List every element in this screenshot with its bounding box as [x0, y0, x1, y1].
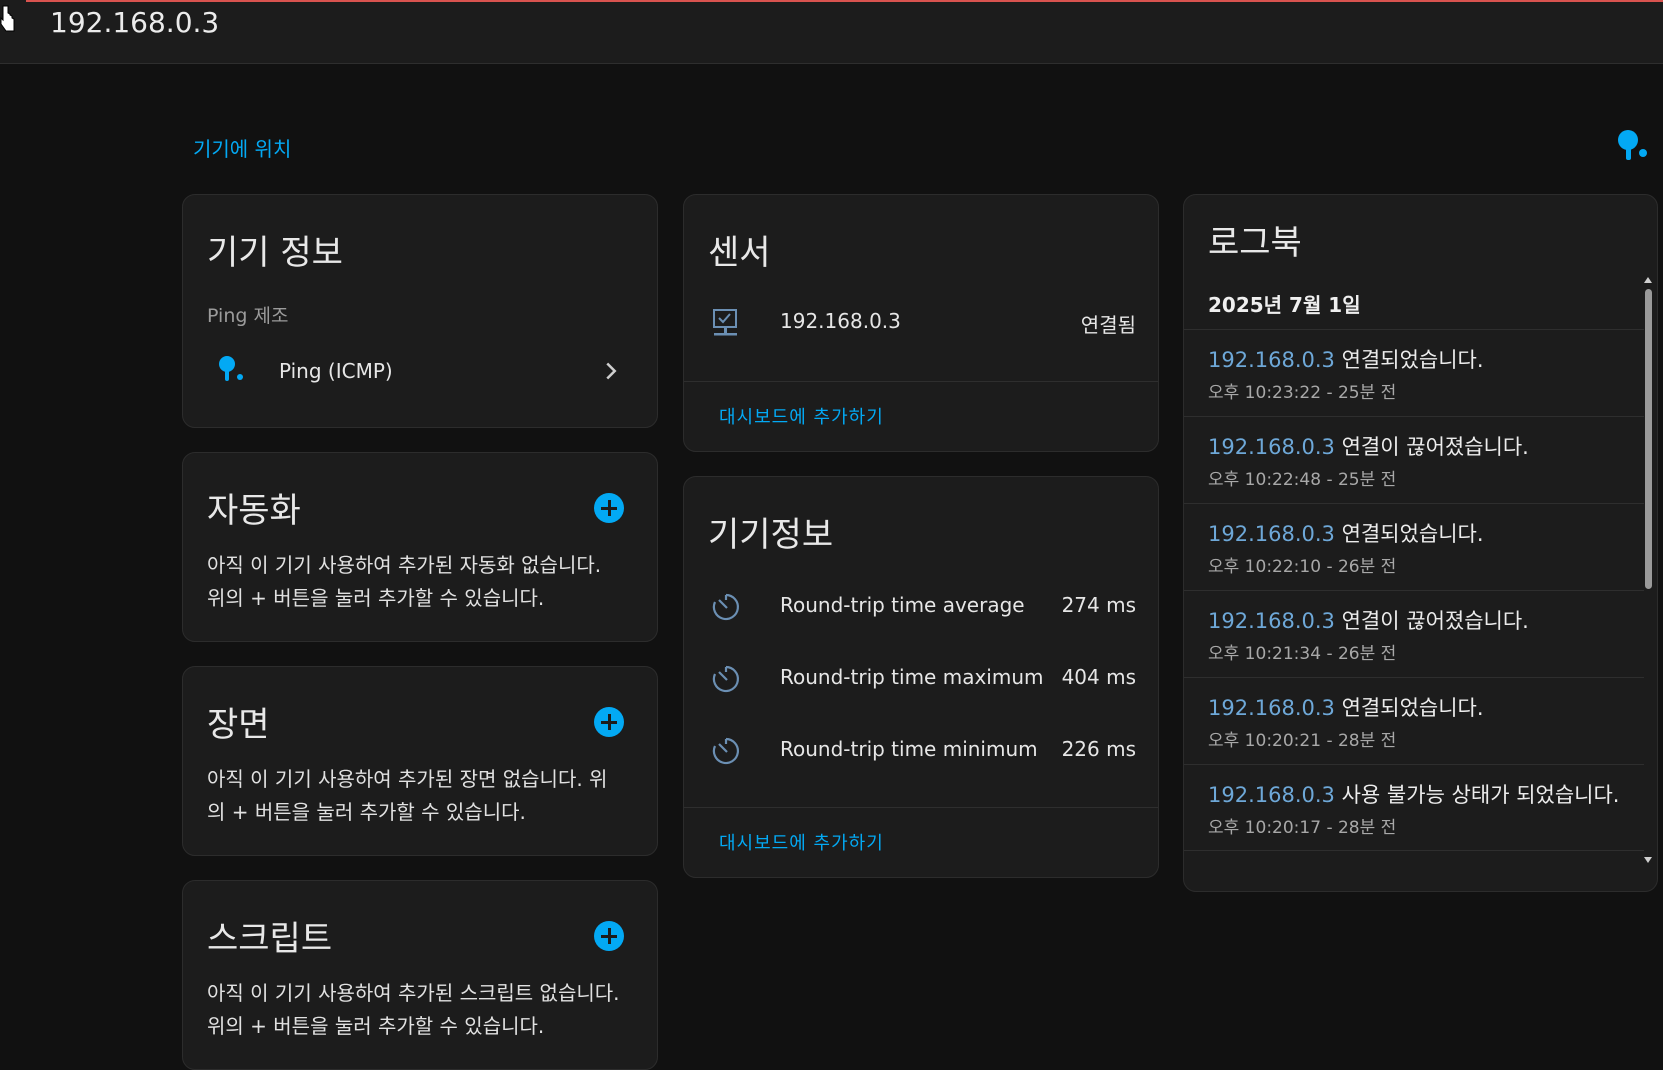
- entity-link[interactable]: 192.168.0.3: [1208, 783, 1335, 807]
- automation-card: 자동화 아직 이 기기 사용하여 추가된 자동화 없습니다. 위의 + 버튼을 …: [182, 452, 658, 642]
- diagnostic-value: 226 ms: [1061, 737, 1136, 761]
- area-link[interactable]: 기기에 위치: [193, 133, 291, 162]
- logbook-list[interactable]: 2025년 7월 1일 192.168.0.3 연결되었습니다. 오후 10:2…: [1184, 275, 1644, 865]
- log-message: 192.168.0.3 연결되었습니다.: [1208, 344, 1484, 374]
- chevron-right-icon: [606, 362, 617, 380]
- diagnostic-row[interactable]: Round-trip time maximum 404 ms: [684, 649, 1158, 709]
- log-date-header: 2025년 7월 1일: [1208, 293, 1361, 317]
- empty-line: 위의 + 버튼을 눌러 추가할 수 있습니다.: [207, 1014, 545, 1038]
- log-entry: 192.168.0.3 사용 불가능 상태가 되었습니다. 오후 10:20:1…: [1184, 764, 1644, 851]
- diagnostic-row[interactable]: Round-trip time minimum 226 ms: [684, 721, 1158, 781]
- log-time: 오후 10:22:48 - 25분 전: [1208, 470, 1397, 490]
- card-title: 스크립트: [207, 919, 333, 959]
- empty-line: 의 + 버튼을 눌러 추가할 수 있습니다.: [207, 800, 526, 824]
- log-message: 192.168.0.3 연결이 끊어졌습니다.: [1208, 605, 1529, 635]
- log-message-text: 사용 불가능 상태가 되었습니다.: [1341, 783, 1620, 807]
- log-message: 192.168.0.3 사용 불가능 상태가 되었습니다.: [1208, 779, 1619, 809]
- log-entry: 192.168.0.3 연결되었습니다. 오후 10:20:21 - 28분 전: [1184, 677, 1644, 764]
- sensor-row[interactable]: 192.168.0.3 연결됨: [684, 295, 1158, 355]
- empty-message: 아직 이 기기 사용하여 추가된 자동화 없습니다. 위의 + 버튼을 눌러 추…: [207, 549, 601, 615]
- card-divider: [684, 381, 1158, 382]
- log-entry: 192.168.0.3 연결되었습니다. 오후 10:23:22 - 25분 전: [1184, 329, 1644, 416]
- hand-cursor-icon: [0, 5, 15, 32]
- empty-line: 아직 이 기기 사용하여 추가된 스크립트 없습니다.: [207, 981, 620, 1005]
- scroll-up-arrow-icon[interactable]: [1644, 277, 1652, 283]
- empty-message: 아직 이 기기 사용하여 추가된 스크립트 없습니다. 위의 + 버튼을 눌러 …: [207, 977, 620, 1043]
- diagnostic-value: 404 ms: [1061, 665, 1136, 689]
- card-title: 로그북: [1208, 223, 1302, 263]
- card-divider: [684, 807, 1158, 808]
- ping-icon: [219, 356, 243, 381]
- integration-row[interactable]: Ping (ICMP): [183, 345, 657, 405]
- entity-link[interactable]: 192.168.0.3: [1208, 435, 1335, 459]
- integration-label: Ping (ICMP): [279, 359, 393, 383]
- card-title: 센서: [708, 233, 771, 273]
- add-to-dashboard-button[interactable]: 대시보드에 추가하기: [719, 403, 884, 429]
- log-entry: 192.168.0.3 연결이 끊어졌습니다. 오후 10:22:48 - 25…: [1184, 416, 1644, 503]
- entity-link[interactable]: 192.168.0.3: [1208, 609, 1335, 633]
- scroll-thumb[interactable]: [1645, 289, 1652, 589]
- scene-card: 장면 아직 이 기기 사용하여 추가된 장면 없습니다. 위 의 + 버튼을 눌…: [182, 666, 658, 856]
- empty-line: 아직 이 기기 사용하여 추가된 자동화 없습니다.: [207, 553, 602, 577]
- page-title: 192.168.0.3: [50, 6, 220, 39]
- log-message-text: 연결이 끊어졌습니다.: [1341, 435, 1529, 459]
- ping-integration-icon[interactable]: [1612, 128, 1652, 168]
- diagnostic-value: 274 ms: [1061, 593, 1136, 617]
- diagnostic-row[interactable]: Round-trip time average 274 ms: [684, 577, 1158, 637]
- add-automation-button[interactable]: [594, 493, 624, 523]
- log-time: 오후 10:23:22 - 25분 전: [1208, 383, 1397, 403]
- card-title: 장면: [207, 705, 270, 745]
- card-title: 자동화: [207, 491, 301, 531]
- timer-icon: [712, 665, 739, 693]
- log-time: 오후 10:22:10 - 26분 전: [1208, 557, 1397, 577]
- diagnostic-name: Round-trip time average: [780, 593, 1025, 617]
- sensors-card: 센서 192.168.0.3 연결됨 대시보드에 추가하기: [683, 194, 1159, 452]
- log-message-text: 연결되었습니다.: [1341, 696, 1484, 720]
- entity-link[interactable]: 192.168.0.3: [1208, 348, 1335, 372]
- empty-message: 아직 이 기기 사용하여 추가된 장면 없습니다. 위 의 + 버튼을 눌러 추…: [207, 763, 607, 829]
- log-message: 192.168.0.3 연결되었습니다.: [1208, 518, 1484, 548]
- logbook-scrollbar[interactable]: [1643, 277, 1653, 863]
- log-time: 오후 10:20:17 - 28분 전: [1208, 818, 1397, 838]
- empty-line: 위의 + 버튼을 눌러 추가할 수 있습니다.: [207, 586, 545, 610]
- card-title: 기기 정보: [207, 233, 343, 273]
- diagnostics-card: 기기정보 Round-trip time average 274 ms Roun…: [683, 476, 1159, 878]
- lan-connect-icon: [713, 309, 737, 336]
- log-message-text: 연결되었습니다.: [1341, 348, 1484, 372]
- top-bar: 192.168.0.3: [0, 0, 1663, 64]
- logbook-card: 로그북 2025년 7월 1일 192.168.0.3 연결되었습니다. 오후 …: [1183, 194, 1658, 892]
- log-entry: 192.168.0.3 연결이 끊어졌습니다. 오후 10:21:34 - 26…: [1184, 590, 1644, 677]
- add-script-button[interactable]: [594, 921, 624, 951]
- timer-icon: [712, 737, 739, 765]
- log-message-text: 연결되었습니다.: [1341, 522, 1484, 546]
- device-info-card: 기기 정보 Ping 제조 Ping (ICMP): [182, 194, 658, 428]
- manufacturer-text: Ping 제조: [207, 305, 289, 327]
- sensor-name: 192.168.0.3: [780, 309, 901, 333]
- log-entry: 192.168.0.3 연결되었습니다. 오후 10:22:10 - 26분 전: [1184, 503, 1644, 590]
- entity-link[interactable]: 192.168.0.3: [1208, 696, 1335, 720]
- sensor-state: 연결됨: [1080, 313, 1136, 337]
- timer-icon: [712, 593, 739, 621]
- diagnostic-name: Round-trip time minimum: [780, 737, 1038, 761]
- log-message: 192.168.0.3 연결되었습니다.: [1208, 692, 1484, 722]
- card-title: 기기정보: [708, 515, 834, 555]
- add-to-dashboard-button[interactable]: 대시보드에 추가하기: [719, 829, 884, 855]
- diagnostic-name: Round-trip time maximum: [780, 665, 1044, 689]
- log-message: 192.168.0.3 연결이 끊어졌습니다.: [1208, 431, 1529, 461]
- entity-link[interactable]: 192.168.0.3: [1208, 522, 1335, 546]
- scroll-down-arrow-icon[interactable]: [1644, 857, 1652, 863]
- script-card: 스크립트 아직 이 기기 사용하여 추가된 스크립트 없습니다. 위의 + 버튼…: [182, 880, 658, 1070]
- log-time: 오후 10:20:21 - 28분 전: [1208, 731, 1397, 751]
- empty-line: 아직 이 기기 사용하여 추가된 장면 없습니다. 위: [207, 767, 608, 791]
- add-scene-button[interactable]: [594, 707, 624, 737]
- top-accent-line: [26, 0, 1663, 2]
- log-time: 오후 10:21:34 - 26분 전: [1208, 644, 1397, 664]
- log-message-text: 연결이 끊어졌습니다.: [1341, 609, 1529, 633]
